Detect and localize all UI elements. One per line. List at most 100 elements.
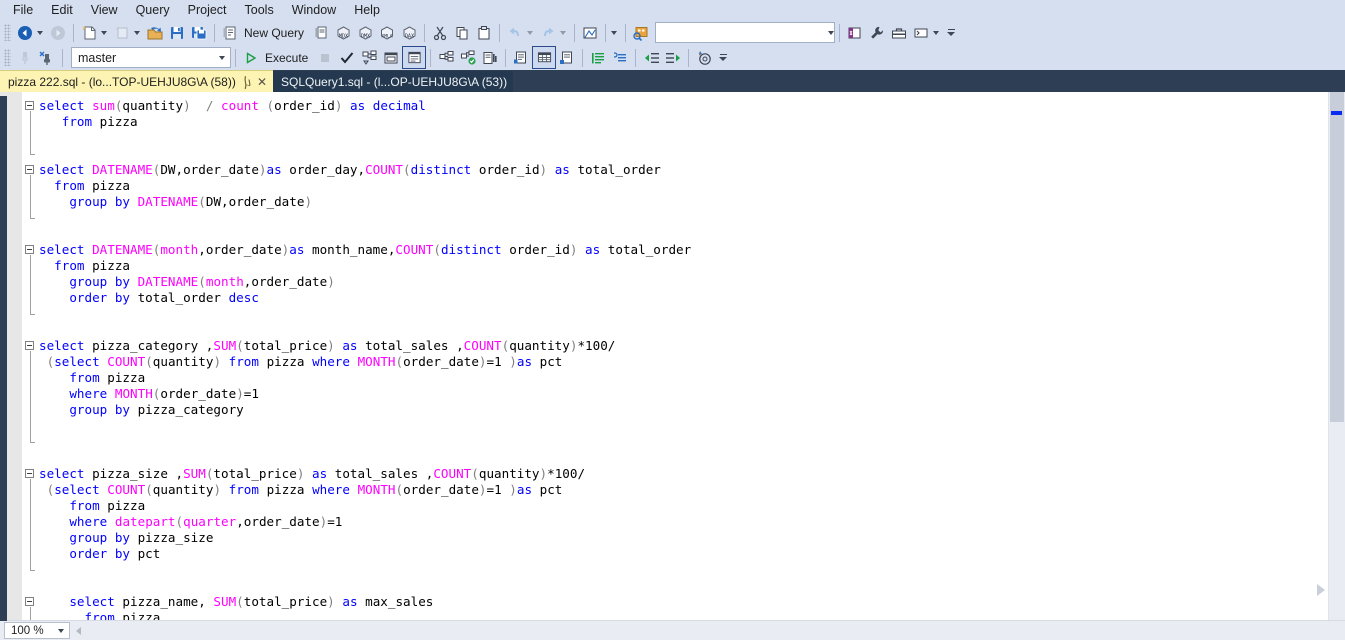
menu-item-edit[interactable]: Edit (42, 1, 82, 20)
dax-query-icon[interactable]: DAX (398, 22, 420, 43)
tab-sqlquery1-sql[interactable]: SQLQuery1.sql - (l...OP-UEHJU8G\A (53)) (273, 71, 514, 92)
fold-collapse-box[interactable] (25, 245, 34, 254)
tab-pizza-222-sql[interactable]: pizza 222.sql - (lo...TOP-UEHJU8G\A (58)… (0, 70, 274, 92)
code-line[interactable] (39, 306, 1345, 322)
query-options-icon[interactable] (380, 47, 402, 68)
sql-toolbar-overflow-button[interactable] (717, 54, 729, 61)
uncomment-selection-icon[interactable] (609, 47, 631, 68)
redo-dropdown[interactable] (560, 30, 567, 35)
save-button[interactable] (166, 22, 188, 43)
zoom-value[interactable]: 100 % (5, 625, 53, 637)
fold-collapse-box[interactable] (25, 469, 34, 478)
scroll-left-icon[interactable] (76, 626, 81, 635)
increase-indent-icon[interactable] (662, 47, 684, 68)
quick-launch-input[interactable] (655, 22, 836, 43)
code-line[interactable] (39, 130, 1345, 146)
zoom-dropdown[interactable] (53, 623, 69, 638)
navigate-back-dropdown[interactable] (37, 30, 43, 35)
include-live-query-statistics-icon[interactable] (479, 47, 501, 68)
results-to-file-icon[interactable] (556, 47, 578, 68)
add-new-item-button[interactable] (111, 22, 133, 43)
code-line[interactable] (39, 562, 1345, 578)
paste-icon[interactable] (473, 22, 495, 43)
database-selector-dropdown[interactable] (214, 49, 230, 66)
editor-horizontal-scrollbar[interactable] (73, 622, 1345, 639)
code-line[interactable]: from pizza (39, 370, 1345, 386)
redo-icon[interactable] (537, 22, 559, 43)
command-prompt-icon[interactable] (910, 22, 932, 43)
template-parameters-icon[interactable] (693, 47, 715, 68)
database-engine-query-icon[interactable] (310, 22, 332, 43)
menu-item-help[interactable]: Help (345, 1, 389, 20)
code-line[interactable]: from pizza (39, 498, 1345, 514)
code-line[interactable]: select pizza_name, SUM(total_price) as m… (39, 594, 1345, 610)
toolbar-grip[interactable] (4, 49, 11, 66)
results-pane-toggle-icon[interactable] (402, 46, 427, 69)
new-query-button[interactable] (219, 22, 241, 43)
add-new-item-dropdown[interactable] (134, 30, 140, 35)
code-line[interactable]: select pizza_category ,SUM(total_price) … (39, 338, 1345, 354)
toolbox-window-icon[interactable] (844, 22, 866, 43)
results-to-grid-icon[interactable] (532, 46, 557, 69)
quick-launch-icon[interactable] (630, 22, 652, 43)
xmla-query-icon[interactable]: XMLA (376, 22, 398, 43)
navigate-back-button[interactable] (14, 22, 36, 43)
code-line[interactable]: where MONTH(order_date)=1 (39, 386, 1345, 402)
toolbar-grip[interactable] (4, 24, 11, 41)
toolbox-icon[interactable] (888, 22, 910, 43)
decrease-indent-icon[interactable] (640, 47, 662, 68)
undo-dropdown[interactable] (527, 30, 534, 35)
code-line[interactable]: group by DATENAME(DW,order_date) (39, 194, 1345, 210)
undo-icon[interactable] (504, 22, 526, 43)
code-line[interactable]: group by pizza_size (39, 530, 1345, 546)
code-line[interactable]: order by pct (39, 546, 1345, 562)
code-line[interactable]: order by total_order desc (39, 290, 1345, 306)
new-project-dropdown[interactable] (101, 30, 107, 35)
mdx-query-icon[interactable]: MDX (332, 22, 354, 43)
object-explorer-details-icon[interactable] (579, 22, 601, 43)
fold-collapse-box[interactable] (25, 101, 34, 110)
code-line[interactable] (39, 434, 1345, 450)
save-all-button[interactable] (188, 22, 210, 43)
navigate-forward-button[interactable] (47, 22, 69, 43)
vertical-scroll-thumb[interactable] (1330, 92, 1344, 422)
code-line[interactable]: select sum(quantity) / count (order_id) … (39, 98, 1345, 114)
parse-check-icon[interactable] (336, 47, 358, 68)
results-to-text-icon[interactable] (510, 47, 532, 68)
code-line[interactable]: from pizza (39, 114, 1345, 130)
editor-vertical-scrollbar[interactable]: ▴ (1328, 92, 1345, 620)
comment-selection-icon[interactable] (587, 47, 609, 68)
code-line[interactable] (39, 578, 1345, 594)
new-project-button[interactable] (78, 22, 100, 43)
code-line[interactable]: group by pizza_category (39, 402, 1345, 418)
quick-launch-dropdown[interactable] (828, 30, 835, 35)
fold-collapse-box[interactable] (25, 165, 34, 174)
code-line[interactable] (39, 226, 1345, 242)
toolbar-overflow-dropdown[interactable] (611, 30, 618, 35)
code-line[interactable]: from pizza (39, 178, 1345, 194)
code-line[interactable]: group by DATENAME(month,order_date) (39, 274, 1345, 290)
open-file-button[interactable] (144, 22, 166, 43)
menu-item-view[interactable]: View (82, 1, 127, 20)
menu-item-project[interactable]: Project (179, 1, 236, 20)
stop-icon[interactable] (314, 47, 336, 68)
code-line[interactable] (39, 146, 1345, 162)
query-editor[interactable]: select sum(quantity) / count (order_id) … (0, 92, 1345, 620)
code-line[interactable] (39, 450, 1345, 466)
new-query-label[interactable]: New Query (241, 26, 310, 40)
properties-wrench-icon[interactable] (866, 22, 888, 43)
execute-button-icon[interactable] (240, 47, 262, 68)
cut-icon[interactable] (429, 22, 451, 43)
menu-item-query[interactable]: Query (127, 1, 179, 20)
dmx-query-icon[interactable]: DMX (354, 22, 376, 43)
zoom-selector[interactable]: 100 % (4, 622, 70, 639)
menu-item-file[interactable]: File (4, 1, 42, 20)
copy-icon[interactable] (451, 22, 473, 43)
include-actual-execution-plan-icon[interactable] (435, 47, 457, 68)
code-line[interactable]: from pizza (39, 610, 1345, 620)
database-selector[interactable]: master (71, 47, 231, 68)
connect-icon[interactable] (14, 47, 36, 68)
database-selector-value[interactable]: master (72, 51, 214, 65)
menu-item-tools[interactable]: Tools (236, 1, 283, 20)
fold-collapse-box[interactable] (25, 341, 34, 350)
